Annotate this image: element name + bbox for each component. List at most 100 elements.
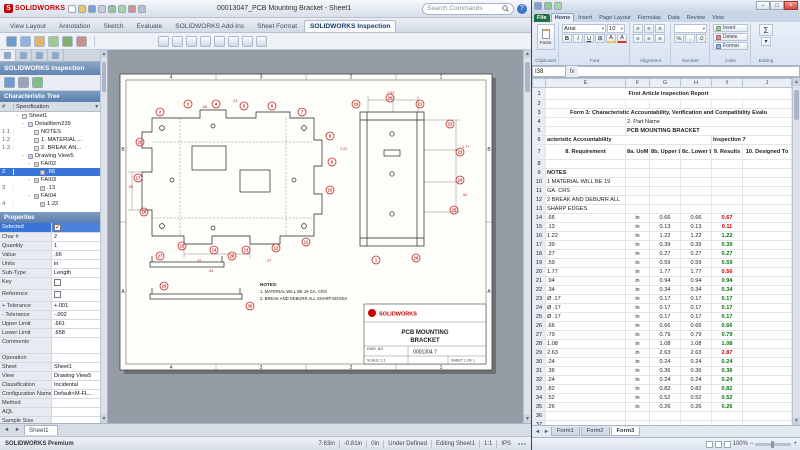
property-value-configuration-name[interactable]: Default<M-FL... [52, 390, 100, 398]
note-cell[interactable]: GA. CRS [545, 186, 626, 196]
inspection-panel-tab-icon[interactable] [0, 50, 16, 61]
cell-designed-to[interactable] [742, 339, 792, 349]
cell-designed-to[interactable] [742, 348, 792, 358]
property-value-upper-limit[interactable]: .661 [52, 320, 100, 328]
cell[interactable] [711, 411, 743, 421]
publish-report-icon[interactable] [76, 35, 87, 47]
cell-lower-limit[interactable]: 0.66 [680, 321, 712, 331]
zoom-out-icon[interactable]: − [750, 441, 754, 447]
property-value-sub-type[interactable]: Length [52, 269, 100, 277]
scroll-track[interactable] [524, 58, 531, 415]
cell-upper-limit[interactable]: 0.26 [649, 402, 681, 412]
cell[interactable] [711, 204, 743, 214]
cell-upper-limit[interactable]: 2.63 [649, 348, 681, 358]
row-header-5[interactable]: 5 [532, 126, 546, 136]
row-header-34[interactable]: 34 [532, 393, 546, 403]
cell-lower-limit[interactable]: 0.27 [680, 249, 712, 259]
cell[interactable] [742, 177, 792, 187]
cell[interactable] [742, 411, 792, 421]
align-right-icon[interactable]: ≡ [655, 34, 665, 43]
ribbon-tab-review[interactable]: Review [684, 14, 708, 22]
cell-result[interactable]: 0.17 [711, 303, 743, 313]
cell[interactable] [680, 411, 712, 421]
part-name-label-cell[interactable]: 2. Part Name [625, 117, 792, 127]
cell-result[interactable]: 0.34 [711, 285, 743, 295]
row-header-17[interactable]: 17 [532, 240, 546, 250]
sheet-tab-form3[interactable]: Form3 [610, 427, 641, 436]
row-header-32[interactable]: 32 [532, 375, 546, 385]
sheet-tab-form1[interactable]: Form1 [551, 427, 580, 436]
cell-requirement[interactable]: .36 [545, 366, 626, 376]
cell-lower-limit[interactable]: 0.24 [680, 375, 712, 385]
cell-result[interactable]: 0.24 [711, 357, 743, 367]
cell-uom[interactable]: in [625, 321, 650, 331]
zoom-slider[interactable] [755, 440, 792, 448]
cell[interactable] [625, 195, 650, 205]
cell-requirement[interactable]: .39 [545, 240, 626, 250]
cell-lower-limit[interactable]: 2.63 [680, 348, 712, 358]
cell-result[interactable]: 0.66 [711, 321, 743, 331]
cell-requirement[interactable]: .79 [545, 330, 626, 340]
cell-requirement[interactable]: 1.08 [545, 339, 626, 349]
cell-designed-to[interactable] [742, 393, 792, 403]
cell-result[interactable]: 0.17 [711, 294, 743, 304]
property-value-method[interactable] [52, 399, 100, 407]
row-header-21[interactable]: 21 [532, 276, 546, 286]
cell[interactable] [649, 177, 681, 187]
cell-uom[interactable]: in [625, 231, 650, 241]
cell-requirement[interactable]: .13 [545, 222, 626, 232]
export-report-icon[interactable] [32, 77, 43, 88]
row-header-1[interactable]: 1 [532, 87, 546, 100]
section-view-icon[interactable] [200, 35, 211, 47]
tab-sheet-format[interactable]: Sheet Format [251, 20, 303, 32]
cell-upper-limit[interactable]: 0.36 [649, 366, 681, 376]
redo-icon[interactable] [554, 1, 562, 10]
row-header-3[interactable]: 3 [532, 108, 546, 118]
row-header-13[interactable]: 13 [532, 204, 546, 214]
cell-requirement[interactable]: .66 [545, 213, 626, 223]
cell-lower-limit[interactable]: 0.17 [680, 303, 712, 313]
scroll-down-icon[interactable]: ▼ [524, 415, 531, 423]
cell-upper-limit[interactable]: 0.27 [649, 249, 681, 259]
cell-upper-limit[interactable]: 0.59 [649, 258, 681, 268]
view-settings-icon[interactable] [256, 35, 267, 47]
drawing-canvas[interactable]: NOTES: 1. MATERIAL WILL BE 19 GA. CRS 2.… [108, 50, 523, 423]
row-header-23[interactable]: 23 [532, 294, 546, 304]
align-center-icon[interactable]: ≡ [644, 34, 654, 43]
cell-requirement[interactable]: .24 [545, 357, 626, 367]
cell[interactable] [545, 126, 626, 136]
cell-lower-limit[interactable]: 0.59 [680, 258, 712, 268]
cell-lower-limit[interactable]: 0.17 [680, 294, 712, 304]
property-value-view[interactable]: Drawing View5 [52, 372, 100, 380]
edit-inspection-project-icon[interactable] [20, 35, 31, 47]
table-header-cell[interactable]: 8c. Lower Limit [680, 144, 712, 160]
cell-upper-limit[interactable]: 0.52 [649, 393, 681, 403]
cell-upper-limit[interactable]: 0.24 [649, 375, 681, 385]
property-value-key[interactable] [52, 278, 100, 289]
cell[interactable] [649, 159, 681, 169]
row-header-2[interactable]: 2 [532, 99, 546, 109]
cell-result[interactable]: 0.36 [711, 366, 743, 376]
cell[interactable] [649, 204, 681, 214]
add-characteristic-icon[interactable] [48, 35, 59, 47]
normal-view-icon[interactable] [705, 440, 713, 448]
sheet-tab-sheet1[interactable]: Sheet1 [24, 425, 58, 435]
note-cell[interactable]: SHARP EDGES [545, 204, 626, 214]
cell-designed-to[interactable] [742, 240, 792, 250]
tree-item-1-material[interactable]: 1.2 1. MATERIAL ... [0, 136, 100, 144]
measurement-icon[interactable] [18, 77, 29, 88]
cell-upper-limit[interactable]: 0.94 [649, 276, 681, 286]
zoom-to-area-icon[interactable] [172, 35, 183, 47]
update-drawing-icon[interactable] [34, 35, 45, 47]
settings-gear-icon[interactable] [138, 4, 147, 13]
row-header-30[interactable]: 30 [532, 357, 546, 367]
tree-item-notes[interactable]: 1.1 NOTES [0, 128, 100, 136]
cell[interactable] [680, 186, 712, 196]
cell-upper-limit[interactable]: 0.66 [649, 213, 681, 223]
cell-result[interactable]: 2.87 [711, 348, 743, 358]
row-header-9[interactable]: 9 [532, 168, 546, 178]
cell[interactable] [625, 159, 650, 169]
cell[interactable] [545, 99, 626, 109]
cell-uom[interactable]: in [625, 330, 650, 340]
zoom-knob[interactable] [771, 440, 775, 448]
